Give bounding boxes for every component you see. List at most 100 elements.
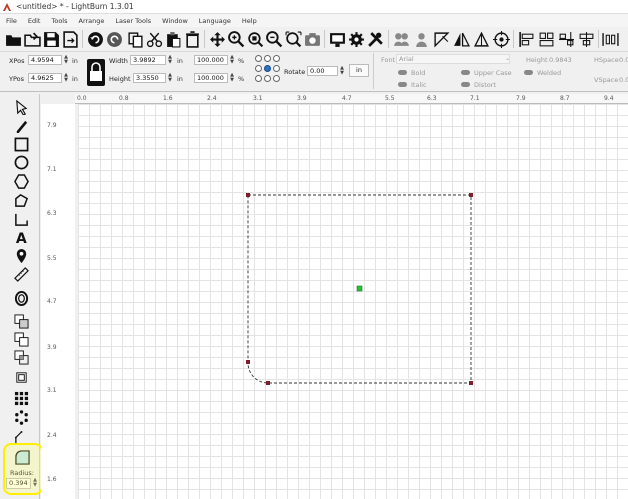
anchor-top-right[interactable] [273, 55, 280, 62]
menu-file[interactable]: File [6, 17, 17, 25]
weld-icon[interactable] [12, 369, 30, 386]
menu-window[interactable]: Window [162, 17, 188, 25]
polygon-icon[interactable] [12, 173, 30, 190]
cut-icon[interactable] [145, 30, 163, 48]
anchor-top-center[interactable] [264, 55, 271, 62]
zoom-in-icon[interactable] [227, 30, 245, 48]
anchor-bottom-right[interactable] [273, 75, 280, 82]
distribute-icon[interactable] [601, 30, 619, 48]
align-center-icon[interactable] [537, 30, 555, 48]
selection-node [266, 381, 270, 385]
menu-arrange[interactable]: Arrange [79, 17, 105, 25]
text-icon[interactable]: A [12, 229, 30, 246]
boolean-union-icon[interactable] [12, 313, 30, 330]
menu-edit[interactable]: Edit [28, 17, 41, 25]
anchor-bottom-left[interactable] [255, 75, 262, 82]
ruler-x-tick: 7.1 [470, 95, 480, 102]
menu-laser-tools[interactable]: Laser Tools [115, 17, 151, 25]
upper-case-toggle[interactable] [461, 70, 470, 75]
anchor-middle-left[interactable] [255, 65, 262, 72]
text-height-field[interactable]: 0.9843 [549, 56, 572, 64]
copy-icon[interactable] [126, 30, 144, 48]
italic-toggle[interactable] [398, 82, 407, 87]
selection-node [246, 360, 250, 364]
distort-toggle[interactable] [461, 82, 470, 87]
units-toggle-button[interactable]: in [349, 64, 369, 77]
scale-height-field[interactable]: 100.000 [194, 73, 228, 83]
import-icon[interactable] [23, 30, 41, 48]
measure-icon[interactable] [12, 266, 30, 283]
paste-icon[interactable] [164, 30, 182, 48]
shape-properties-bar: XPos 4.9594 ▲ ▼ in YPos 4.9625 ▲ ▼ in Widt… [0, 52, 628, 92]
select-icon[interactable] [12, 99, 30, 116]
width-spinner[interactable]: ▲ ▼ [167, 55, 173, 65]
align-left-icon[interactable] [517, 30, 535, 48]
font-select[interactable]: Arial [396, 54, 510, 64]
height-spinner[interactable]: ▲ ▼ [167, 73, 173, 83]
offset-icon[interactable] [12, 290, 30, 307]
export-icon[interactable] [61, 30, 79, 48]
rotate-field[interactable]: 0.00 [307, 66, 338, 76]
draw-lines-icon[interactable] [12, 211, 30, 228]
align-top-icon[interactable] [577, 30, 595, 48]
ypos-label: YPos [9, 75, 25, 83]
zoom-out-icon[interactable] [265, 30, 283, 48]
save-icon[interactable] [42, 30, 60, 48]
rectangle-icon[interactable] [12, 136, 30, 153]
anchor-bottom-center[interactable] [264, 75, 271, 82]
width-field[interactable]: 3.9892 [130, 55, 166, 65]
edit-nodes-icon[interactable] [12, 117, 30, 134]
scale-height-spinner[interactable]: ▲ ▼ [229, 73, 235, 83]
polyline-icon[interactable] [12, 192, 30, 209]
selection-center-handle [356, 285, 363, 292]
zoom-page-icon[interactable] [284, 30, 302, 48]
vspace-field[interactable]: 0.0 [619, 76, 628, 84]
scale-width-spinner[interactable]: ▲ ▼ [229, 55, 235, 65]
monitor-icon[interactable] [328, 30, 346, 48]
ruler-y-tick: 7.1 [47, 166, 57, 173]
menu-tools[interactable]: Tools [51, 17, 67, 25]
settings-icon[interactable] [347, 30, 365, 48]
xpos-spinner[interactable]: ▲ ▼ [63, 55, 69, 65]
group-icon[interactable] [392, 30, 410, 48]
scale-width-field[interactable]: 100.000 [194, 55, 228, 65]
tools-icon[interactable] [366, 30, 384, 48]
boolean-intersect-icon[interactable] [12, 349, 30, 366]
menu-language[interactable]: Language [199, 17, 231, 25]
anchor-center[interactable] [264, 65, 271, 72]
ellipse-icon[interactable] [12, 154, 30, 171]
lock-aspect-button[interactable] [87, 59, 105, 86]
mirror-v-icon[interactable] [452, 30, 470, 48]
camera-icon[interactable] [303, 30, 321, 48]
main-toolbar [0, 27, 628, 52]
ungroup-icon[interactable] [412, 30, 430, 48]
anchor-top-left[interactable] [255, 55, 262, 62]
undo-icon[interactable] [86, 30, 104, 48]
ruler-y-tick: 7.9 [47, 122, 57, 129]
anchor-middle-right[interactable] [273, 65, 280, 72]
rotate-icon[interactable] [472, 30, 490, 48]
welded-toggle[interactable] [524, 70, 533, 75]
menu-help[interactable]: Help [242, 17, 257, 25]
bold-toggle[interactable] [398, 70, 407, 75]
rotate-spinner[interactable]: ▲ ▼ [339, 66, 345, 76]
snap-icon[interactable] [492, 30, 510, 48]
position-laser-icon[interactable] [12, 248, 30, 265]
boolean-subtract-icon[interactable] [12, 331, 30, 348]
open-icon[interactable] [4, 30, 22, 48]
grid-array-icon[interactable] [12, 390, 30, 407]
ypos-spinner[interactable]: ▲ ▼ [63, 73, 69, 83]
welded-label: Welded [537, 69, 562, 77]
delete-icon[interactable] [183, 30, 201, 48]
ypos-field[interactable]: 4.9625 [28, 73, 62, 83]
xpos-field[interactable]: 4.9594 [28, 55, 62, 65]
hspace-field[interactable]: 0.0 [619, 56, 628, 64]
align-right-icon[interactable] [557, 30, 575, 48]
height-field[interactable]: 3.3550 [133, 73, 166, 83]
circular-array-icon[interactable] [12, 409, 30, 426]
mirror-h-icon[interactable] [432, 30, 450, 48]
redo-icon[interactable] [105, 30, 123, 48]
design-canvas[interactable] [78, 104, 628, 499]
move-icon[interactable] [208, 30, 226, 48]
zoom-frame-icon[interactable] [246, 30, 264, 48]
